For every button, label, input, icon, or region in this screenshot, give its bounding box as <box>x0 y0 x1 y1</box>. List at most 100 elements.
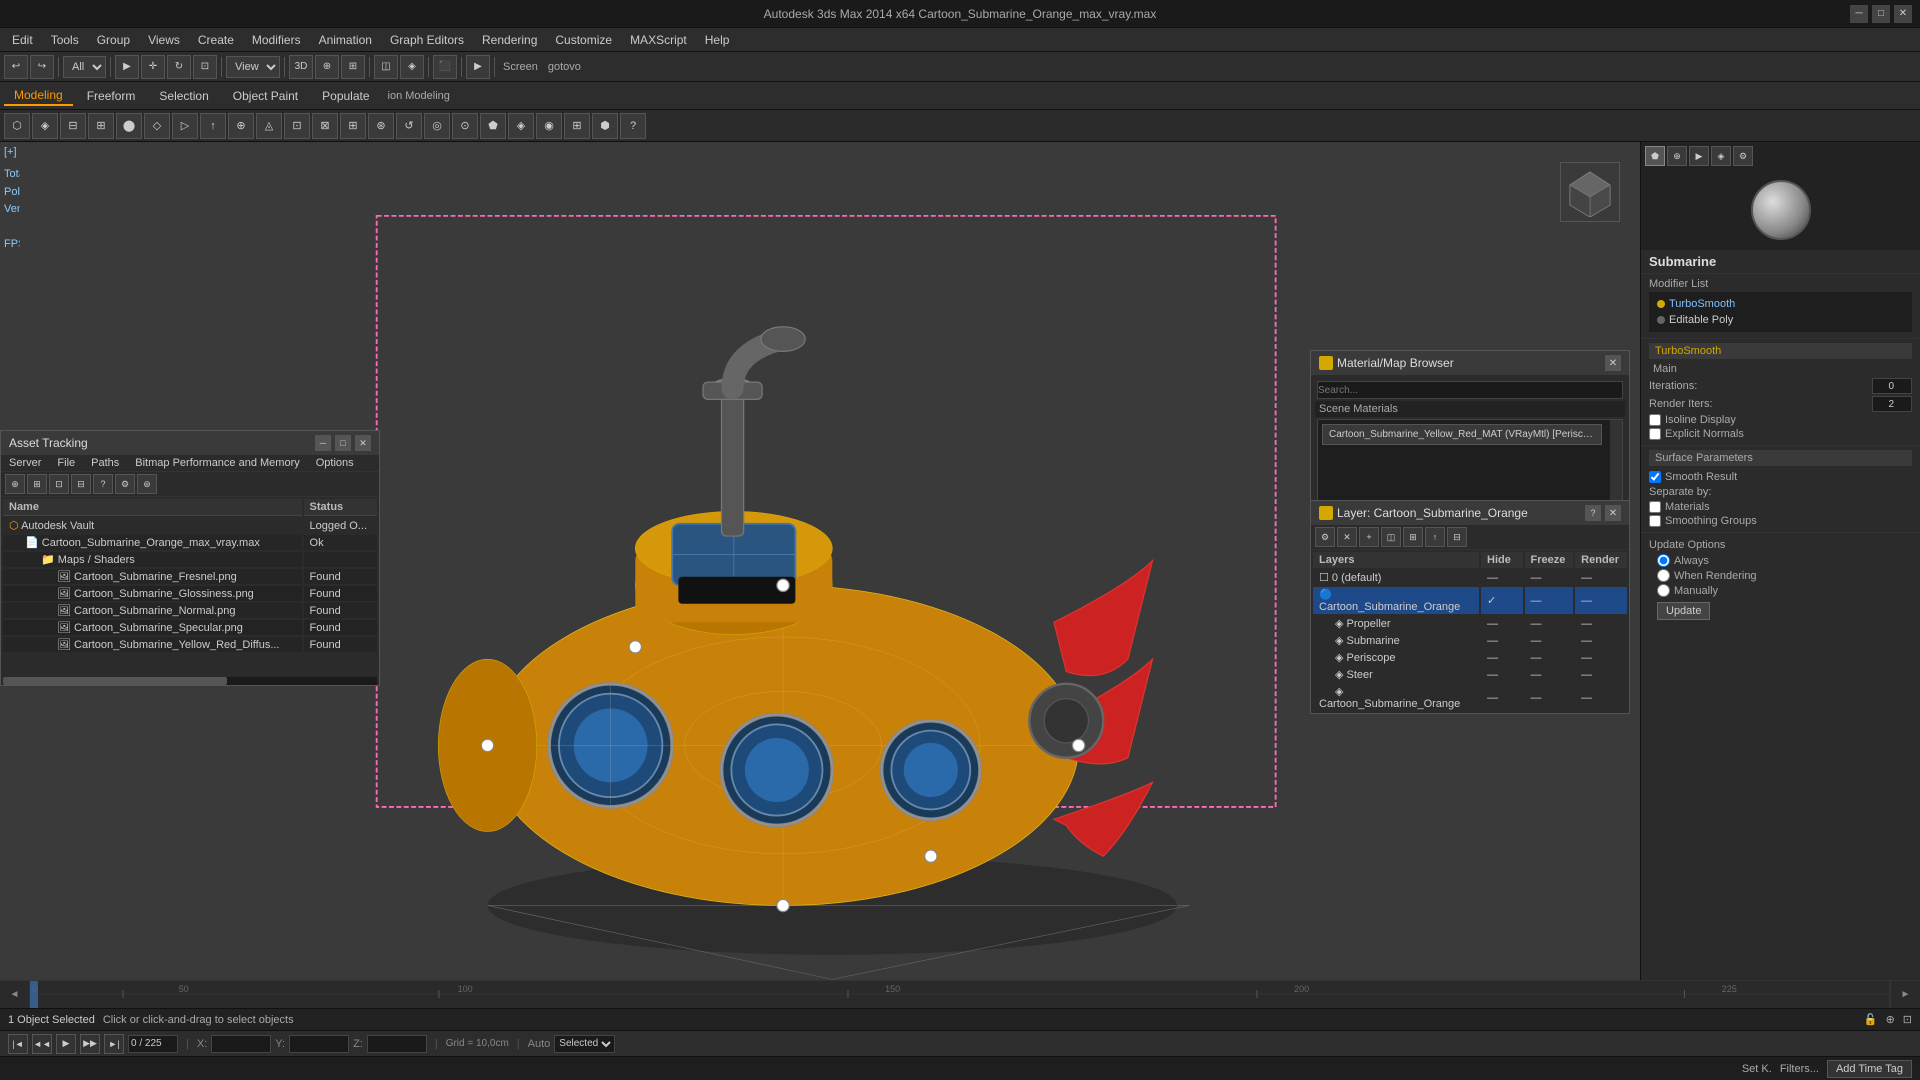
lw-btn-sel[interactable]: ⊞ <box>1403 527 1423 547</box>
explicit-normals-checkbox[interactable] <box>1649 428 1661 440</box>
icon-subdivide[interactable]: ◇ <box>144 113 170 139</box>
icon-element[interactable]: ⬤ <box>116 113 142 139</box>
select-button[interactable]: ▶ <box>115 55 139 79</box>
lw-btn-move[interactable]: ↑ <box>1425 527 1445 547</box>
icon-relax[interactable]: ⊙ <box>452 113 478 139</box>
table-row[interactable]: 🖼 Cartoon_Submarine_Specular.png Found <box>3 620 377 635</box>
at-btn2[interactable]: ⊞ <box>27 474 47 494</box>
nav-cube[interactable] <box>1560 162 1620 222</box>
at-scrollbar-h[interactable] <box>3 677 377 685</box>
at-menu-bitmap[interactable]: Bitmap Performance and Memory <box>127 455 307 471</box>
rotate-button[interactable]: ↻ <box>167 55 191 79</box>
time-slider[interactable]: 0 50 100 150 200 225 <box>30 981 1890 1008</box>
mirror-button[interactable]: ⊞ <box>341 55 365 79</box>
table-row[interactable]: 🖼 Cartoon_Submarine_Fresnel.png Found <box>3 569 377 584</box>
mb-close-button[interactable]: ✕ <box>1605 355 1621 371</box>
rp-display-icon[interactable]: ◈ <box>1711 146 1731 166</box>
menu-animation[interactable]: Animation <box>311 31 380 49</box>
at-btn3[interactable]: ⊡ <box>49 474 69 494</box>
at-scrollbar-thumb[interactable] <box>3 677 227 685</box>
icon-edge[interactable]: ⊟ <box>60 113 86 139</box>
table-row[interactable]: 🖼 Cartoon_Submarine_Glossiness.png Found <box>3 586 377 601</box>
snap-button[interactable]: 3D <box>289 55 313 79</box>
menu-tools[interactable]: Tools <box>43 31 87 49</box>
modifier-editpoly[interactable]: Editable Poly <box>1653 312 1908 328</box>
at-titlebar[interactable]: Asset Tracking ─ □ ✕ <box>1 431 379 455</box>
z-input[interactable] <box>367 1035 427 1053</box>
rp-utilities-icon[interactable]: ⚙ <box>1733 146 1753 166</box>
lw-btn-del[interactable]: ⊟ <box>1447 527 1467 547</box>
menu-create[interactable]: Create <box>190 31 242 49</box>
undo-button[interactable]: ↩ <box>4 55 28 79</box>
menu-views[interactable]: Views <box>140 31 188 49</box>
tab-modeling[interactable]: Modeling <box>4 86 73 106</box>
lw-row-propeller[interactable]: ◈ Propeller — — — <box>1313 616 1627 631</box>
iterations-input[interactable] <box>1872 378 1912 394</box>
at-btn6[interactable]: ⚙ <box>115 474 135 494</box>
smooth-result-checkbox[interactable] <box>1649 471 1661 483</box>
rp-modify-icon[interactable]: ⬟ <box>1645 146 1665 166</box>
selected-dropdown[interactable]: Selected <box>554 1035 615 1053</box>
at-maximize-button[interactable]: □ <box>335 435 351 451</box>
y-input[interactable] <box>289 1035 349 1053</box>
menu-rendering[interactable]: Rendering <box>474 31 545 49</box>
render-iters-input[interactable] <box>1872 396 1912 412</box>
always-radio[interactable] <box>1657 554 1670 567</box>
material-button[interactable]: ◈ <box>400 55 424 79</box>
icon-weld[interactable]: ⊕ <box>228 113 254 139</box>
lw-row-submarine[interactable]: ◈ Submarine — — — <box>1313 633 1627 648</box>
mb-titlebar[interactable]: Material/Map Browser ✕ <box>1311 351 1629 375</box>
icon-chamfer[interactable]: ▷ <box>172 113 198 139</box>
mb-browse-area[interactable]: Cartoon_Submarine_Yellow_Red_MAT (VRayMt… <box>1317 419 1623 509</box>
icon-bevel[interactable]: ◬ <box>256 113 282 139</box>
at-btn1[interactable]: ⊕ <box>5 474 25 494</box>
mb-scrollbar[interactable] <box>1610 420 1622 508</box>
smoothing-groups-checkbox[interactable] <box>1649 515 1661 527</box>
at-menu-options[interactable]: Options <box>308 455 362 471</box>
play-back-button[interactable]: ◄◄ <box>32 1034 52 1054</box>
menu-graph-editors[interactable]: Graph Editors <box>382 31 472 49</box>
at-minimize-button[interactable]: ─ <box>315 435 331 451</box>
modifier-turbosmooth[interactable]: TurboSmooth <box>1653 296 1908 312</box>
icon-extrude[interactable]: ↑ <box>200 113 226 139</box>
prev-frame-button[interactable]: |◄ <box>8 1034 28 1054</box>
menu-help[interactable]: Help <box>697 31 738 49</box>
play-forward-button[interactable]: ▶▶ <box>80 1034 100 1054</box>
lw-row-orange[interactable]: 🔵 Cartoon_Submarine_Orange ✓ — — <box>1313 587 1627 614</box>
icon-grow[interactable]: ◈ <box>508 113 534 139</box>
lw-close-button[interactable]: ✕ <box>1605 505 1621 521</box>
icon-loop[interactable]: ↺ <box>396 113 422 139</box>
lw-row-steer[interactable]: ◈ Steer — — — <box>1313 667 1627 682</box>
mb-search-input[interactable] <box>1317 381 1623 399</box>
lw-row-default[interactable]: ☐ 0 (default) — — — <box>1313 570 1627 585</box>
at-menu-file[interactable]: File <box>49 455 83 471</box>
lw-btn-add[interactable]: + <box>1359 527 1379 547</box>
lw-row-cartoon[interactable]: ◈ Cartoon_Submarine_Orange — — — <box>1313 684 1627 711</box>
isoline-checkbox[interactable] <box>1649 414 1661 426</box>
snap2-button[interactable]: ⊕ <box>315 55 339 79</box>
table-row[interactable]: 📁 Maps / Shaders <box>3 552 377 567</box>
filter-dropdown[interactable]: All <box>63 56 106 78</box>
lock-icon[interactable]: 🔓 <box>1864 1013 1878 1026</box>
table-row[interactable]: ⬡ Autodesk Vault Logged O... <box>3 518 377 533</box>
icon-shrink[interactable]: ◉ <box>536 113 562 139</box>
view-dropdown[interactable]: View <box>226 56 280 78</box>
at-menu-paths[interactable]: Paths <box>83 455 127 471</box>
close-button[interactable]: ✕ <box>1894 5 1912 23</box>
icon-inset[interactable]: ⊡ <box>284 113 310 139</box>
lw-layer-list[interactable]: Layers Hide Freeze Render ☐ 0 (default) … <box>1311 550 1629 713</box>
menu-maxscript[interactable]: MAXScript <box>622 31 695 49</box>
timeline-left-btn[interactable]: ◄ <box>0 981 30 1008</box>
frame-counter[interactable] <box>128 1035 178 1053</box>
lw-btn-close[interactable]: ✕ <box>1337 527 1357 547</box>
add-time-tag-button[interactable]: Add Time Tag <box>1827 1060 1912 1078</box>
lw-btn-layer[interactable]: ◫ <box>1381 527 1401 547</box>
table-row[interactable]: 📄 Cartoon_Submarine_Orange_max_vray.max … <box>3 535 377 550</box>
icon-paint-soft[interactable]: ⬟ <box>480 113 506 139</box>
modifier-list[interactable]: TurboSmooth Editable Poly <box>1649 292 1912 332</box>
icon-help[interactable]: ? <box>620 113 646 139</box>
icon-ring[interactable]: ◎ <box>424 113 450 139</box>
minimize-button[interactable]: ─ <box>1850 5 1868 23</box>
at-close-button[interactable]: ✕ <box>355 435 371 451</box>
icon-connect[interactable]: ⊞ <box>340 113 366 139</box>
